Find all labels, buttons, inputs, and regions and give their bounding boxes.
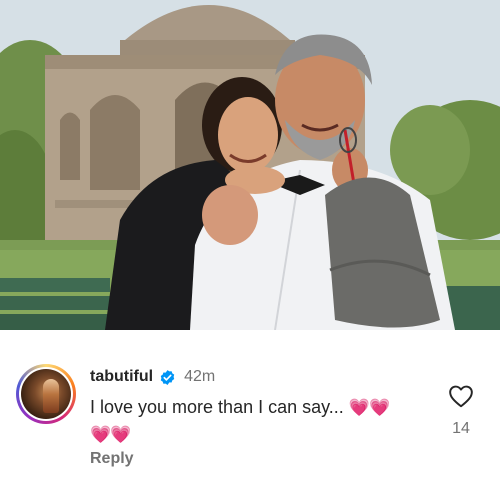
comment-text: I love you more than I can say... 💗💗 💗💗 bbox=[90, 394, 420, 448]
heart-outline-icon[interactable] bbox=[448, 384, 474, 408]
heart-emoji-group-2: 💗💗 bbox=[90, 425, 131, 444]
post-photo[interactable] bbox=[0, 0, 500, 330]
heart-emoji-group-1: 💗💗 bbox=[348, 398, 390, 417]
username[interactable]: tabutiful bbox=[90, 368, 153, 386]
comment-row: tabutiful 42m I love you more than I can… bbox=[0, 330, 500, 500]
avatar-image bbox=[21, 369, 71, 419]
verified-badge-icon bbox=[160, 369, 175, 385]
timestamp: 42m bbox=[184, 368, 216, 385]
avatar-figure bbox=[43, 379, 59, 413]
comment-header: tabutiful 42m bbox=[90, 366, 215, 388]
reply-button[interactable]: Reply bbox=[90, 450, 134, 468]
like-control[interactable]: 14 bbox=[446, 384, 476, 438]
photo-illustration bbox=[0, 0, 500, 330]
avatar-border bbox=[19, 367, 73, 421]
avatar[interactable] bbox=[16, 364, 76, 424]
comment-body: I love you more than I can say... bbox=[90, 397, 344, 417]
like-count: 14 bbox=[452, 420, 470, 437]
